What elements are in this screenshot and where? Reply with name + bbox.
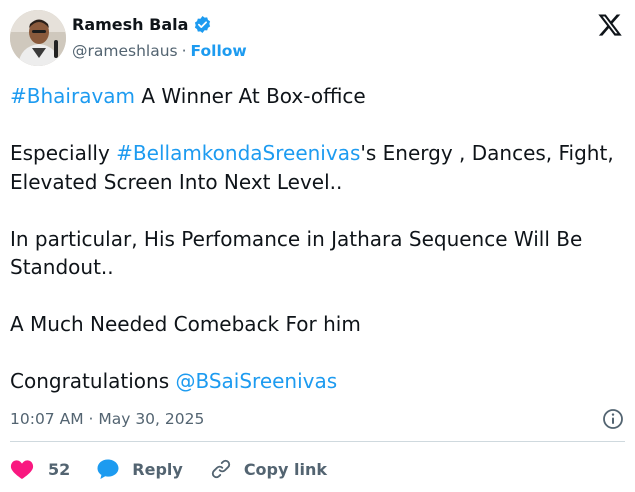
tweet-text-segment: In particular, His Perfomance in Jathara… <box>10 226 583 251</box>
author-handle[interactable]: @rameshlaus <box>72 42 178 60</box>
tweet-text-segment: A Much Needed Comeback For him <box>10 312 361 336</box>
tweet-text-segment: A Winner At Box-office <box>135 84 366 108</box>
tweet-line: Elevated Screen Into Next Level.. <box>10 168 625 197</box>
tweet-line: Especially #BellamkondaSreenivas's Energ… <box>10 139 625 168</box>
avatar-image <box>10 10 66 66</box>
link-icon <box>211 459 230 479</box>
reply-button[interactable]: Reply <box>96 458 183 480</box>
avatar[interactable] <box>10 10 66 66</box>
tweet-text-segment: 's Energy , Dances, Fight, <box>360 141 614 165</box>
copy-link-button[interactable]: Copy link <box>210 458 327 480</box>
hashtag-link[interactable]: #Bhairavam <box>10 84 135 108</box>
tweet-text-segment: Standout.. <box>10 255 114 279</box>
like-button[interactable]: 52 <box>10 458 70 480</box>
separator-dot: · <box>181 42 187 60</box>
verified-badge-icon <box>195 15 211 33</box>
tweet-text-segment: Especially <box>10 141 117 165</box>
hashtag-link[interactable]: #BellamkondaSreenivas <box>116 141 360 165</box>
tweet-line: Standout.. <box>10 253 625 282</box>
copy-link-label: Copy link <box>243 459 327 479</box>
author-name[interactable]: Ramesh Bala <box>72 15 188 34</box>
x-logo-icon[interactable] <box>597 12 623 38</box>
tweet-line <box>10 282 625 311</box>
heart-icon <box>10 460 34 479</box>
reply-label: Reply <box>132 459 183 479</box>
tweet-line: #Bhairavam A Winner At Box-office <box>10 82 625 111</box>
tweet-line <box>10 111 625 140</box>
tweet-line <box>10 196 625 225</box>
tweet-text: #Bhairavam A Winner At Box-office Especia… <box>10 82 625 396</box>
tweet-line: A Much Needed Comeback For him <box>10 310 625 339</box>
tweet-meta: 10:07 AM · May 30, 2025 <box>10 407 625 431</box>
tweet-line: In particular, His Perfomance in Jathara… <box>10 225 625 254</box>
tweet-line <box>10 339 625 368</box>
follow-button[interactable]: Follow <box>191 42 247 60</box>
divider <box>10 441 625 442</box>
tweet-line: Congratulations @BSaiSreenivas <box>10 367 625 396</box>
name-row: Ramesh Bala <box>72 13 247 35</box>
tweet-header: Ramesh Bala @rameshlaus · Follow <box>10 10 625 66</box>
reply-bubble-icon <box>97 459 119 479</box>
like-count: 52 <box>48 459 71 479</box>
tweet-text-segment: Elevated Screen Into Next Level.. <box>10 169 343 194</box>
action-bar: 52 Reply Copy link <box>10 454 327 484</box>
tweet-text-segment: Congratulations <box>10 369 176 393</box>
handle-row: @rameshlaus · Follow <box>72 39 247 63</box>
info-icon[interactable] <box>601 407 625 431</box>
author-block: Ramesh Bala @rameshlaus · Follow <box>72 13 247 63</box>
timestamp[interactable]: 10:07 AM · May 30, 2025 <box>10 410 204 428</box>
mention-link[interactable]: @BSaiSreenivas <box>175 369 337 393</box>
